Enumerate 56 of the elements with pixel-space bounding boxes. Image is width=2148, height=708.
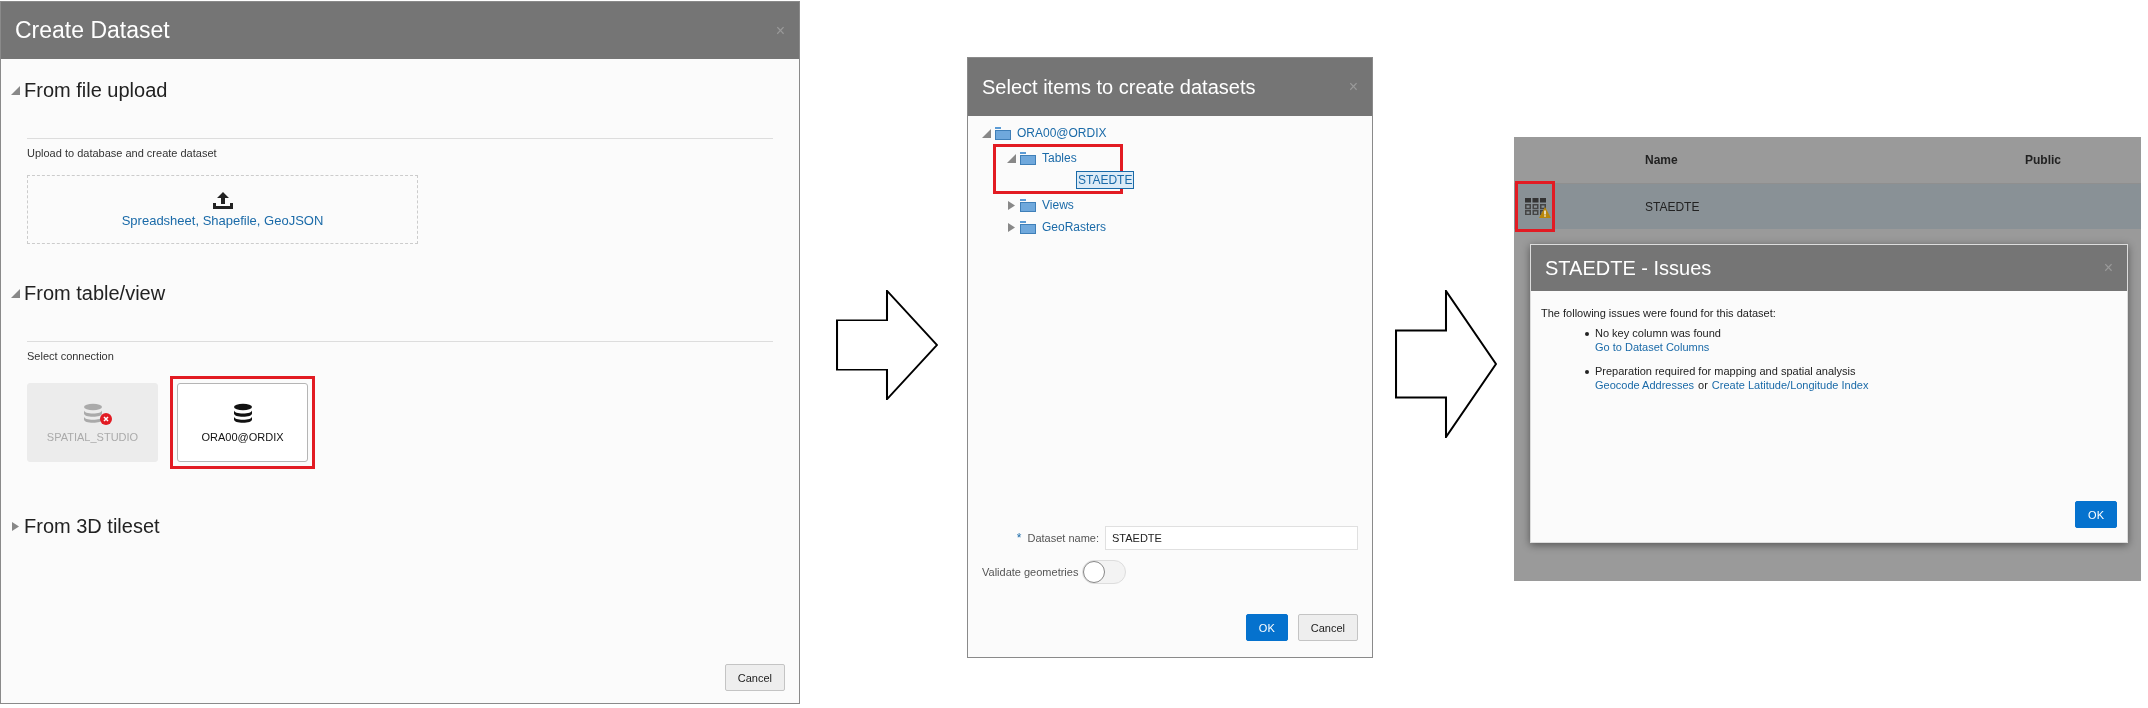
field-label: Dataset name: [1027,532,1099,544]
table-row[interactable]: STAEDTE [1514,183,2141,229]
tree-item[interactable]: GeoRasters [1040,218,1109,236]
action-link[interactable]: Geocode Addresses [1595,379,1695,391]
column-header: Public [2025,153,2062,167]
cancel-button[interactable]: Cancel [1297,614,1358,641]
bullet-icon [1585,332,1589,336]
collapsed-caret-icon[interactable] [1007,222,1016,232]
field-label: Validate geometries [982,566,1079,578]
section-title: From file upload [24,79,168,102]
section-hint: Upload to database and create dataset [27,147,218,159]
bullet-icon [1585,370,1589,374]
tree-item[interactable]: Tables [1040,149,1079,167]
expanded-caret-icon[interactable] [1007,153,1016,163]
issue-text: Preparation required for mapping and spatial analysis [1595,365,1857,377]
intro-text: The following issues were found for this dataset: [1541,307,1777,319]
tree-item[interactable]: Views [1040,196,1076,214]
section-title: From table/view [24,282,166,305]
section-title: From 3D tileset [24,515,160,538]
collapsed-caret-icon[interactable] [11,522,20,531]
upload-file-types-link[interactable]: Spreadsheet, Shapefile, GeoJSON [121,213,324,228]
tree-item[interactable]: STAEDTE [1076,171,1135,189]
outline-arrow-icon [836,290,938,400]
ok-button[interactable]: OK [2075,501,2117,528]
dialog-title: Create Dataset [15,17,170,44]
action-link[interactable]: Create Latitude/Longitude Index [1711,379,1869,391]
issue-text: No key column was found [1595,327,1721,339]
connection-card[interactable]: ORA00@ORDIX [177,383,308,462]
folder-icon [1020,220,1036,234]
upload-drop-zone[interactable]: Spreadsheet, Shapefile, GeoJSON [27,175,418,244]
ok-button[interactable]: OK [1245,614,1288,641]
database-icon [232,402,253,423]
dialog-title: STAEDTE - Issues [1545,256,1712,280]
connector-text: or [1698,379,1708,391]
expanded-caret-icon[interactable] [11,86,20,95]
folder-icon [995,126,1011,140]
database-icon [82,402,103,423]
table-grid-icon [1524,198,1546,215]
cancel-button[interactable]: Cancel [724,664,785,691]
error-badge-icon [99,412,112,425]
dialog-title: Select items to create datasets [982,75,1256,99]
required-marker: * [1016,531,1022,545]
tree-item[interactable]: ORA00@ORDIX [1015,124,1109,142]
dataset-name-field[interactable]: STAEDTE [1105,526,1358,550]
section-hint: Select connection [27,350,115,362]
column-header: Name [1645,153,1679,167]
outline-arrow-icon [1395,290,1497,438]
upload-icon [210,191,235,211]
collapsed-caret-icon[interactable] [1007,200,1016,210]
action-link[interactable]: Go to Dataset Columns [1595,341,1710,353]
folder-icon [1020,198,1036,212]
expanded-caret-icon[interactable] [982,128,991,138]
folder-icon [1020,151,1036,165]
expanded-caret-icon[interactable] [11,289,20,298]
table-cell: STAEDTE [1645,199,1700,214]
toggle-switch[interactable] [1082,560,1127,584]
